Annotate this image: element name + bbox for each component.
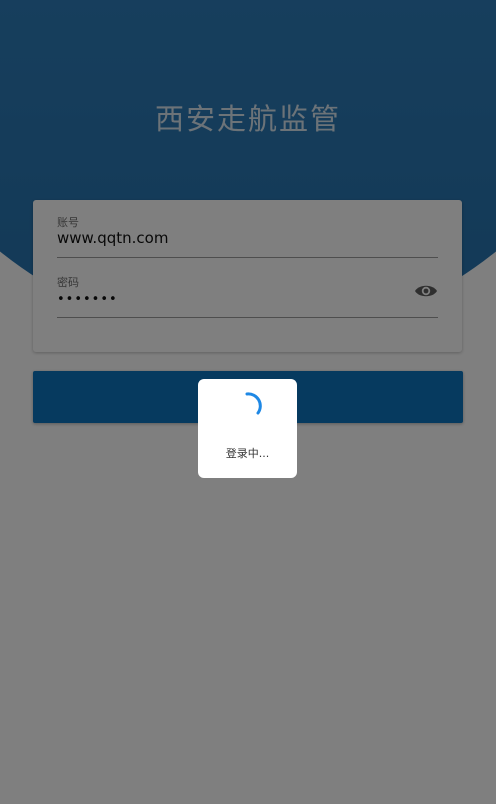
login-screen: 西安走航监管 账号 www.qqtn.com 密码 ••••••• 登录	[0, 0, 496, 804]
loading-dialog: 登录中...	[198, 379, 297, 478]
loading-message: 登录中...	[225, 447, 270, 460]
spinner-icon	[232, 391, 262, 421]
